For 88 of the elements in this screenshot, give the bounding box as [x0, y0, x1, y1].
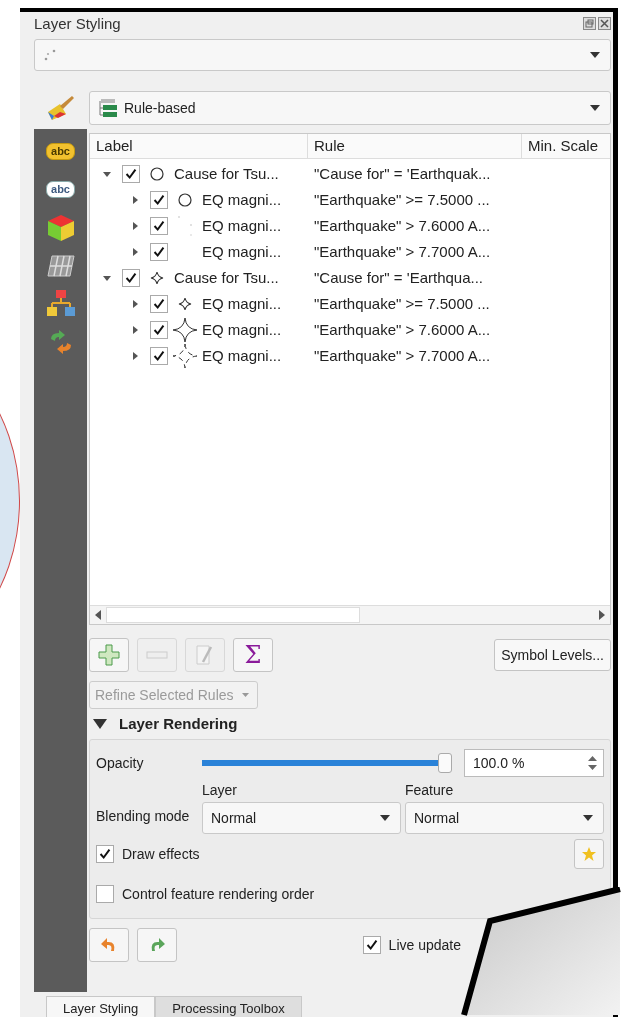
renderer-value: Rule-based — [124, 99, 196, 116]
checkbox[interactable] — [150, 242, 168, 261]
rule-expression: "Earthquake" >= 7.5000 ... — [313, 191, 490, 209]
panel-title: Layer Styling — [34, 15, 121, 33]
scroll-left-icon[interactable] — [94, 609, 102, 620]
checkbox[interactable] — [150, 216, 168, 235]
expander-icon[interactable] — [130, 194, 140, 205]
sparkle-symbol-icon — [149, 269, 165, 286]
rule-label[interactable]: EQ magni... — [202, 347, 282, 365]
expander-icon[interactable] — [130, 350, 140, 361]
expander-icon[interactable] — [130, 246, 140, 257]
star-icon — [581, 845, 597, 862]
checkbox-label: Control feature rendering order — [122, 885, 315, 902]
rule-label[interactable]: EQ magni... — [202, 217, 282, 235]
sparkle-symbol-icon — [172, 316, 198, 343]
sidebar-tab[interactable]: abc — [34, 170, 87, 209]
sidebar-tab[interactable]: abc — [34, 132, 87, 171]
cube-icon — [45, 212, 76, 243]
undo-button[interactable] — [89, 927, 129, 962]
diagram-icon — [45, 288, 76, 319]
points-layer-icon — [43, 47, 57, 62]
rule-label[interactable]: EQ magni... — [202, 295, 282, 313]
redo-button[interactable] — [137, 927, 177, 962]
sum-button[interactable]: Σ — [233, 637, 273, 672]
rule-label[interactable]: EQ magni... — [202, 321, 282, 339]
column-header[interactable]: Rule — [308, 133, 522, 158]
close-icon[interactable] — [598, 17, 611, 31]
checkbox[interactable] — [150, 190, 168, 209]
checkbox[interactable] — [122, 164, 140, 183]
rule-expression: "Earthquake" > 7.6000 A... — [313, 217, 491, 235]
symbol-levels-button[interactable]: Symbol Levels... — [494, 638, 611, 671]
dock-tab[interactable]: Processing Toolbox — [155, 996, 302, 1017]
minus-icon — [146, 649, 168, 660]
checkbox[interactable] — [150, 294, 168, 313]
float-icon — [583, 17, 596, 31]
blend-dropdown[interactable]: Normal — [202, 801, 401, 834]
blend-dropdown[interactable]: Normal — [405, 801, 604, 834]
expander-icon[interactable] — [130, 324, 140, 335]
checkbox[interactable] — [150, 320, 168, 339]
checkbox[interactable] — [96, 844, 114, 863]
circle-symbol-icon — [177, 191, 193, 208]
section-title: Layer Rendering — [119, 715, 238, 733]
caret-icon — [590, 104, 600, 111]
sparkle-symbol-icon — [177, 295, 193, 312]
collapse-triangle-icon[interactable] — [93, 718, 107, 729]
rule-expression: "Earthquake" >= 7.5000 ... — [313, 295, 490, 313]
caret-icon — [590, 51, 600, 58]
opacity-spinbox[interactable]: 100.0 % — [464, 748, 604, 777]
expander-icon[interactable] — [130, 298, 140, 309]
paintbrush-icon — [45, 93, 76, 122]
checkbox-label: Live update — [388, 936, 461, 953]
rule-expression: "Earthquake" > 7.6000 A... — [313, 321, 491, 339]
column-header[interactable]: Label — [90, 133, 308, 158]
checkbox[interactable] — [150, 346, 168, 365]
checkbox[interactable] — [96, 884, 114, 903]
caret-icon — [380, 814, 390, 821]
blend-sub-label: Feature — [405, 781, 455, 800]
scroll-right-icon[interactable] — [598, 609, 606, 620]
rule-expression: "Earthquake" > 7.7000 A... — [313, 347, 491, 365]
rule-label[interactable]: Cause for Tsu... — [174, 269, 279, 287]
checkbox[interactable] — [122, 268, 140, 287]
dock-tab[interactable]: Layer Styling — [46, 996, 156, 1017]
scrollbar-thumb[interactable] — [106, 606, 360, 623]
column-header[interactable]: Min. Scale — [522, 133, 610, 158]
caret-icon — [583, 814, 593, 821]
renderer-dropdown[interactable]: Rule-based — [89, 90, 611, 125]
pencil-icon — [195, 643, 215, 666]
plus-icon — [98, 643, 120, 666]
expander-icon[interactable] — [130, 220, 140, 231]
rule-label[interactable]: EQ magni... — [202, 243, 282, 261]
circle-symbol-icon — [149, 165, 165, 182]
checkbox[interactable] — [362, 935, 381, 954]
rule-expression: "Earthquake" > 7.7000 A... — [313, 243, 491, 261]
rule-label[interactable]: EQ magni... — [202, 191, 282, 209]
rule-label[interactable]: Cause for Tsu... — [174, 165, 279, 183]
rule-expression: "Cause for" = 'Earthquak... — [313, 165, 491, 183]
slider-handle[interactable] — [438, 752, 452, 773]
dashed-sparkle-icon — [172, 342, 198, 369]
rule-expression: "Cause for" = 'Earthqua... — [313, 269, 484, 287]
blending-mode-label: Blending mode — [96, 807, 191, 826]
spin-arrows-icon — [588, 755, 597, 770]
blend-sub-label: Layer — [202, 781, 239, 800]
checkbox-label: Draw effects — [122, 845, 200, 862]
mesh-icon — [45, 253, 76, 278]
faint-dots-icon — [177, 214, 193, 237]
caret-icon — [241, 692, 249, 697]
opacity-label: Opacity — [96, 754, 145, 771]
rule-list-icon — [98, 97, 118, 118]
